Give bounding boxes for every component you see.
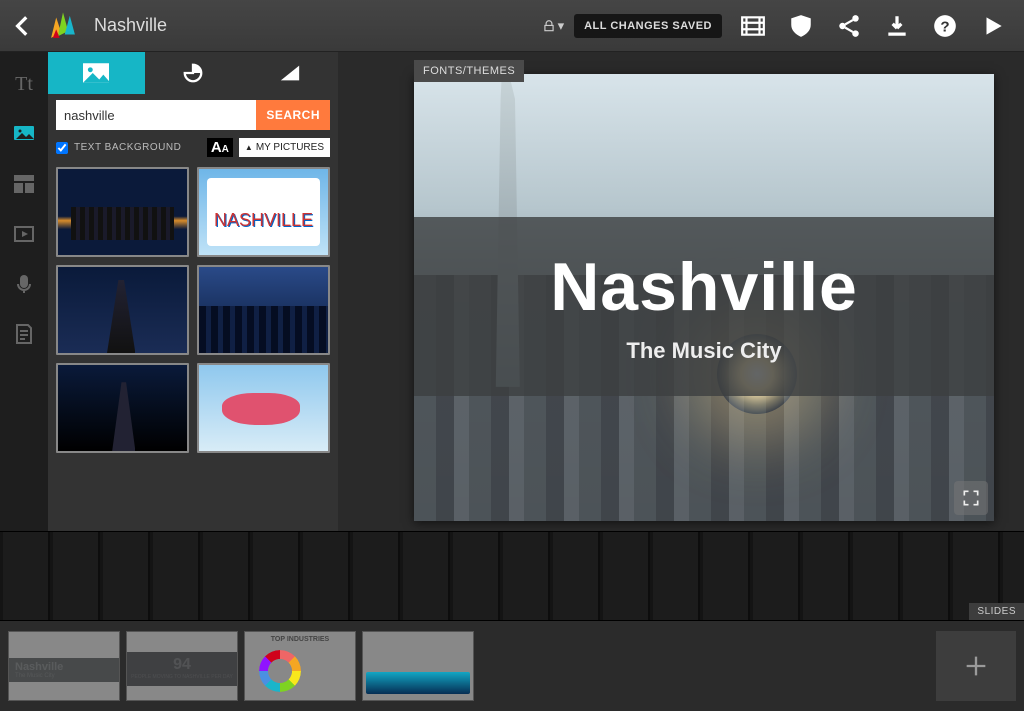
slides-tray: Nashville The Music City 94 PEOPLE MOVIN… (0, 621, 1024, 711)
add-slide-button[interactable] (936, 631, 1016, 701)
slide-thumb-number: 94 (127, 656, 237, 674)
image-results-grid (48, 163, 338, 531)
slide-thumb-header: TOP INDUSTRIES (245, 636, 355, 643)
svg-text:?: ? (940, 18, 949, 35)
slide-thumb-caption: PEOPLE MOVING TO NASHVILLE PER DAY (127, 674, 237, 680)
image-search-input[interactable] (56, 100, 256, 130)
slide-thumb-title: Nashville (15, 661, 63, 673)
notes-tool[interactable] (9, 322, 39, 346)
slide-thumb-sub: The Music City (15, 673, 55, 679)
image-panel: SEARCH TEXT BACKGROUND AA ▲ MY PICTURES (48, 52, 338, 531)
audio-tool[interactable] (9, 272, 39, 296)
top-bar: Nashville ▾ ALL CHANGES SAVED ? (0, 0, 1024, 52)
tab-chart-library[interactable] (145, 52, 242, 94)
canvas-area: FONTS/THEMES Nashville The Music City (338, 52, 1024, 531)
text-background-label: TEXT BACKGROUND (74, 142, 181, 153)
image-result[interactable] (197, 265, 330, 355)
my-pictures-label: MY PICTURES (256, 142, 324, 153)
chevron-down-icon: ▾ (558, 18, 565, 34)
top-action-icons: ? (740, 13, 1006, 39)
share-button[interactable] (836, 13, 862, 39)
image-search-button[interactable]: SEARCH (256, 100, 330, 130)
fonts-themes-button[interactable]: FONTS/THEMES (414, 60, 524, 82)
app-logo (46, 9, 80, 43)
privacy-dropdown[interactable]: ▾ (542, 18, 565, 34)
image-result[interactable] (197, 167, 330, 257)
triangle-up-icon: ▲ (245, 143, 253, 152)
video-tool[interactable] (9, 222, 39, 246)
text-color-toggle[interactable]: AA (207, 138, 233, 157)
slides-label: SLIDES (969, 603, 1024, 620)
expand-slide-button[interactable] (954, 481, 988, 515)
image-options-row: TEXT BACKGROUND AA ▲ MY PICTURES (56, 138, 330, 157)
text-tool[interactable]: Tt (9, 72, 39, 96)
slide-title-box[interactable]: Nashville The Music City (414, 217, 994, 396)
help-button[interactable]: ? (932, 13, 958, 39)
tab-color-library[interactable] (241, 52, 338, 94)
project-title[interactable]: Nashville (94, 15, 167, 36)
tool-rail: Tt (0, 52, 48, 531)
slide-thumb-3[interactable]: TOP INDUSTRIES (244, 631, 356, 701)
editor-middle: Tt SEAR (0, 52, 1024, 531)
image-result[interactable] (197, 363, 330, 453)
tab-photo-library[interactable] (48, 52, 145, 94)
shield-button[interactable] (788, 13, 814, 39)
save-status-badge: ALL CHANGES SAVED (574, 14, 722, 38)
donut-chart-icon (259, 650, 301, 692)
layout-tool[interactable] (9, 172, 39, 196)
image-search-row: SEARCH (56, 100, 330, 130)
image-result[interactable] (56, 363, 189, 453)
my-pictures-button[interactable]: ▲ MY PICTURES (239, 138, 330, 157)
text-background-checkbox[interactable] (56, 142, 68, 154)
current-slide[interactable]: Nashville The Music City (414, 74, 994, 521)
download-button[interactable] (884, 13, 910, 39)
slide-thumb-2[interactable]: 94 PEOPLE MOVING TO NASHVILLE PER DAY (126, 631, 238, 701)
slide-subtitle-text[interactable]: The Music City (626, 338, 781, 364)
preview-slideshow-button[interactable] (740, 13, 766, 39)
slide-title-text[interactable]: Nashville (550, 248, 858, 326)
back-button[interactable] (10, 13, 36, 39)
image-tool[interactable] (9, 122, 39, 146)
slide-thumb-1[interactable]: Nashville The Music City (8, 631, 120, 701)
image-result[interactable] (56, 167, 189, 257)
slide-thumb-4[interactable] (362, 631, 474, 701)
image-result[interactable] (56, 265, 189, 355)
play-button[interactable] (980, 13, 1006, 39)
panel-tabs (48, 52, 338, 94)
timeline-strip: SLIDES (0, 531, 1024, 621)
